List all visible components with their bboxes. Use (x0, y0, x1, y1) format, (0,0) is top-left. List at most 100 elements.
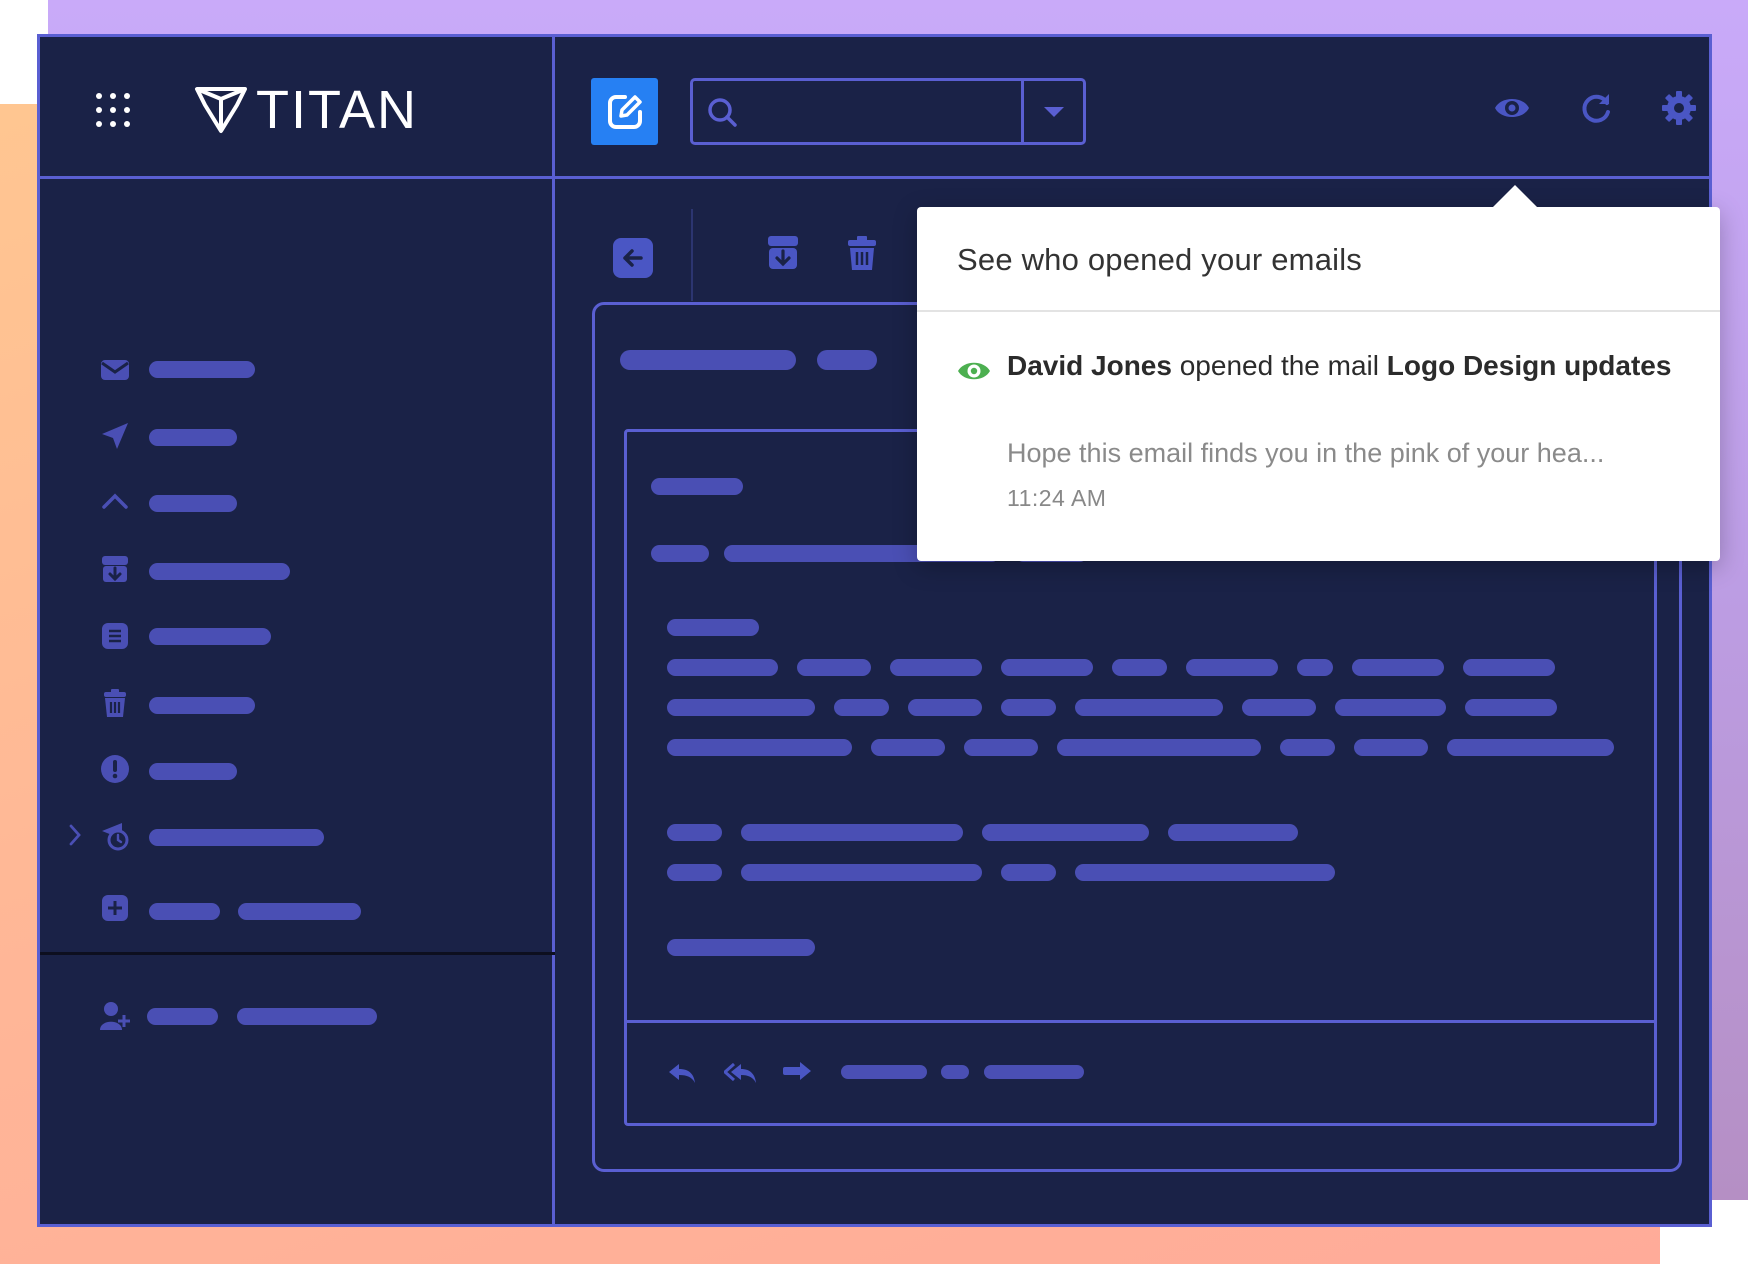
placeholder-text-bar (667, 699, 815, 716)
sidebar-item-new-folder[interactable] (40, 889, 555, 925)
sidebar-item-trash[interactable] (40, 684, 555, 720)
eye-icon (958, 362, 990, 380)
notification-preview: Hope this email finds you in the pink of… (1007, 438, 1605, 468)
sidebar-item-drafts[interactable] (40, 617, 555, 653)
placeholder-text-bar (1352, 659, 1444, 676)
sidebar: TITAN (40, 37, 555, 1224)
placeholder-text-bar (890, 659, 982, 676)
placeholder-text-bar (149, 563, 290, 580)
archive-icon (102, 556, 128, 582)
compose-button[interactable] (591, 78, 658, 145)
placeholder-text-bar (941, 1065, 969, 1079)
placeholder-text-bar (1075, 864, 1335, 881)
popover-title: See who opened your emails (917, 207, 1720, 312)
placeholder-text-bar (908, 699, 982, 716)
send-icon (102, 423, 128, 449)
placeholder-text-bar (797, 659, 871, 676)
alarm-icon (102, 823, 129, 851)
placeholder-text-bar (149, 495, 237, 512)
sidebar-item-add-account[interactable] (40, 997, 555, 1033)
search-box[interactable] (690, 78, 1086, 145)
placeholder-text-bar (149, 361, 255, 378)
placeholder-text-bar (1001, 699, 1056, 716)
placeholder-text-bar (149, 429, 237, 446)
sidebar-header: TITAN (40, 37, 552, 179)
placeholder-text-bar (1242, 699, 1316, 716)
placeholder-text-bar (651, 545, 709, 562)
alert-icon (101, 755, 129, 783)
placeholder-text-bar (149, 763, 237, 780)
sidebar-item-snoozed[interactable] (40, 817, 555, 853)
placeholder-text-bar (149, 829, 324, 846)
toolbar-separator (691, 209, 693, 301)
apps-grid-icon[interactable] (96, 93, 130, 127)
trash-icon (104, 689, 126, 717)
compose-icon (607, 94, 642, 129)
placeholder-text-bar (147, 1008, 218, 1025)
popover-caret (1492, 185, 1538, 208)
chevron-right-icon[interactable] (68, 823, 82, 847)
placeholder-text-bar (620, 350, 796, 370)
placeholder-text-bar (149, 697, 255, 714)
placeholder-text-bar (149, 628, 271, 645)
trash-icon[interactable] (847, 235, 877, 271)
placeholder-text-bar (1186, 659, 1278, 676)
sidebar-divider (40, 952, 555, 955)
sidebar-item-sent[interactable] (40, 417, 555, 453)
read-receipts-popover: See who opened your emails David Jones o… (917, 185, 1720, 561)
notification-time: 11:24 AM (1007, 485, 1107, 511)
placeholder-text-bar (1168, 824, 1298, 841)
placeholder-text-bar (667, 864, 722, 881)
placeholder-text-bar (1057, 739, 1261, 756)
forward-icon[interactable] (782, 1060, 812, 1084)
placeholder-text-bar (964, 739, 1038, 756)
mail-icon (101, 360, 129, 380)
placeholder-text-bar (741, 824, 963, 841)
placeholder-text-bar (817, 350, 877, 370)
app-logo-text: TITAN (256, 80, 418, 140)
archive-icon[interactable] (767, 235, 799, 271)
titan-logo-icon (195, 87, 247, 133)
back-arrow-icon[interactable] (613, 238, 653, 278)
placeholder-text-bar (1465, 699, 1557, 716)
sidebar-item-archive[interactable] (40, 550, 555, 586)
placeholder-text-bar (841, 1065, 927, 1079)
placeholder-text-bar (1297, 659, 1333, 676)
reply-all-icon[interactable] (724, 1061, 758, 1085)
placeholder-text-bar (1280, 739, 1335, 756)
placeholder-text-bar (237, 1008, 377, 1025)
add-user-icon (100, 1002, 130, 1030)
sidebar-item-inbox[interactable] (40, 351, 555, 387)
sidebar-item-spam[interactable] (40, 750, 555, 786)
add-folder-icon (102, 895, 128, 921)
search-options-dropdown[interactable] (1021, 81, 1083, 142)
placeholder-text-bar (871, 739, 945, 756)
placeholder-text-bar (1354, 739, 1428, 756)
placeholder-text-bar (834, 699, 889, 716)
placeholder-text-bar (667, 824, 722, 841)
notification-subject: Logo Design updates (1386, 350, 1672, 381)
placeholder-text-bar (1001, 659, 1093, 676)
placeholder-text-bar (1075, 699, 1223, 716)
document-icon (102, 623, 128, 649)
mail-app-window: TITAN See who opened your emails David J… (37, 34, 1720, 1227)
eye-icon[interactable] (1493, 93, 1531, 123)
placeholder-text-bar (982, 824, 1149, 841)
placeholder-text-bar (984, 1065, 1084, 1079)
email-actions-footer (627, 1020, 1654, 1123)
placeholder-text-bar (667, 939, 815, 956)
placeholder-text-bar (1463, 659, 1555, 676)
placeholder-text-bar (149, 903, 220, 920)
placeholder-text-bar (667, 739, 852, 756)
top-toolbar (555, 37, 1709, 179)
chevron-up-icon (102, 493, 128, 509)
placeholder-text-bar (741, 864, 982, 881)
reply-icon[interactable] (667, 1061, 697, 1085)
sidebar-item-collapse[interactable] (40, 483, 555, 519)
placeholder-text-bar (1447, 739, 1614, 756)
placeholder-text-bar (1112, 659, 1167, 676)
placeholder-text-bar (238, 903, 361, 920)
placeholder-text-bar (1001, 864, 1056, 881)
refresh-icon[interactable] (1579, 91, 1613, 125)
gear-icon[interactable] (1661, 90, 1697, 126)
